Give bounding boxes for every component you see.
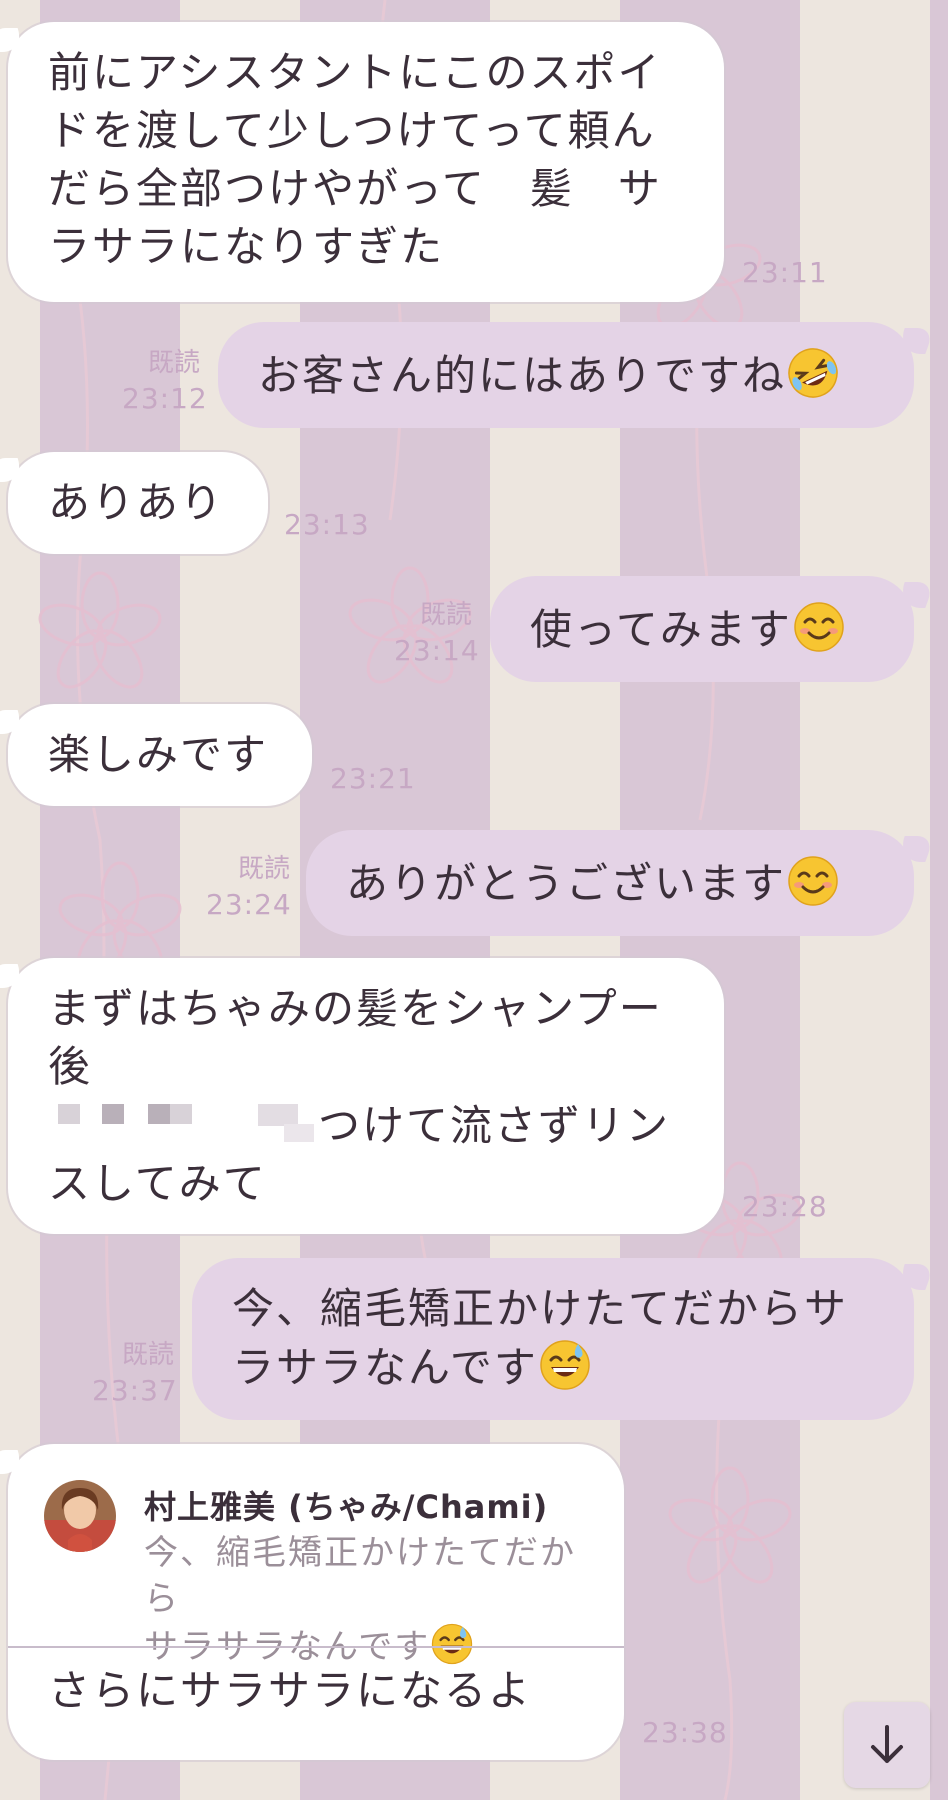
read-receipt: 既読 — [237, 854, 290, 884]
avatar-image — [44, 1480, 116, 1552]
grinning-sweat-emoji — [540, 1340, 590, 1390]
reply-divider — [8, 1646, 624, 1648]
incoming-message[interactable]: 前にアシスタントにこのスポイ ドを渡して少しつけてって頼ん だら全部つけやがって… — [8, 22, 724, 302]
reply-quoted-text[interactable]: 今、縮毛矯正かけたてだから サラサラなんです — [144, 1530, 604, 1670]
message-timestamp: 23:24 — [206, 888, 292, 921]
message-timestamp: 23:37 — [92, 1374, 178, 1407]
redacted-text — [48, 1096, 318, 1146]
message-text: お客さん的にはありですね — [258, 351, 787, 400]
reply-sender-name: 村上雅美 (ちゃみ/Chami) — [144, 1488, 549, 1526]
message-text: 使ってみます — [530, 605, 792, 654]
outgoing-message[interactable]: ありがとうございます — [306, 830, 914, 936]
message-timestamp: 23:38 — [642, 1716, 728, 1749]
quoted-text-line: 今、縮毛矯正かけたてだから — [144, 1533, 576, 1619]
message-text: ラサラなんです — [232, 1343, 538, 1392]
incoming-reply-message[interactable]: 村上雅美 (ちゃみ/Chami) 今、縮毛矯正かけたてだから サラサラなんです … — [8, 1444, 624, 1760]
read-receipt: 既読 — [147, 348, 200, 378]
message-text-line: 後 — [48, 1042, 93, 1091]
message-timestamp: 23:14 — [394, 634, 480, 667]
message-text-line: まずはちゃみの髪をシャンプー — [48, 984, 663, 1033]
read-receipt: 既読 — [121, 1340, 174, 1370]
message-text-line: ラサラなんです — [232, 1338, 874, 1397]
message-text: ありがとうございます — [346, 859, 787, 908]
message-text: 楽しみです — [48, 730, 269, 779]
incoming-message[interactable]: まずはちゃみの髪をシャンプー 後 つけて流さずリン スしてみて — [8, 958, 724, 1234]
arrow-down-icon — [871, 1725, 903, 1763]
smiling-face-emoji — [794, 602, 844, 652]
avatar[interactable] — [44, 1480, 116, 1552]
smiling-face-emoji — [788, 856, 838, 906]
message-text: ありあり — [48, 478, 225, 527]
message-timestamp: 23:13 — [284, 508, 370, 541]
message-text-line: 前にアシスタントにこのスポイ — [48, 48, 662, 97]
chat-thread: 前にアシスタントにこのスポイ ドを渡して少しつけてって頼ん だら全部つけやがって… — [0, 0, 948, 1800]
message-timestamp: 23:28 — [742, 1190, 828, 1223]
message-text: さらにサラサラになるよ — [48, 1666, 533, 1715]
message-timestamp: 23:12 — [122, 382, 208, 415]
message-text-line: だら全部つけやがって 髪 サ — [48, 164, 662, 213]
scroll-to-bottom-button[interactable] — [844, 1702, 930, 1788]
message-text: つけて流さずリン — [318, 1101, 671, 1150]
rolling-on-floor-laughing-emoji — [788, 348, 838, 398]
message-text-line: ラサラになりすぎた — [48, 222, 445, 271]
message-text-line: スしてみて — [48, 1159, 267, 1208]
read-receipt: 既読 — [419, 600, 472, 630]
outgoing-message[interactable]: お客さん的にはありですね — [218, 322, 914, 428]
message-timestamp: 23:21 — [330, 762, 416, 795]
incoming-message[interactable]: ありあり — [8, 452, 268, 554]
message-text-line: つけて流さずリン — [48, 1096, 684, 1155]
grinning-sweat-emoji — [432, 1623, 473, 1665]
message-text-line: ドを渡して少しつけてって頼ん — [48, 106, 656, 155]
message-timestamp: 23:11 — [742, 256, 828, 289]
outgoing-message[interactable]: 使ってみます — [490, 576, 914, 682]
outgoing-message[interactable]: 今、縮毛矯正かけたてだからサ ラサラなんです — [192, 1258, 914, 1420]
incoming-message[interactable]: 楽しみです — [8, 704, 312, 806]
message-text-line: 今、縮毛矯正かけたてだからサ — [232, 1284, 849, 1333]
